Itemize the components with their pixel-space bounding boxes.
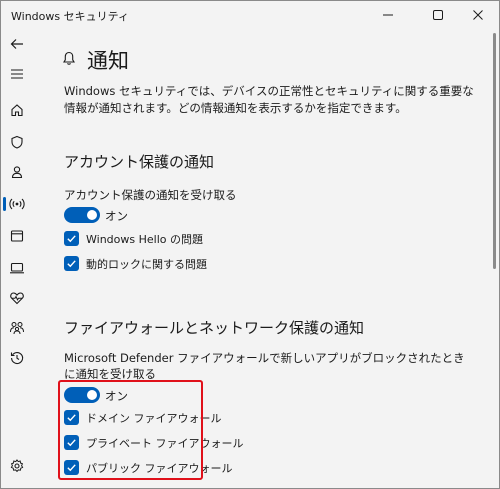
settings-icon <box>10 459 24 473</box>
sidebar-item-device-health[interactable] <box>1 285 33 311</box>
account-toggle-label: オン <box>105 209 128 223</box>
maximize-icon <box>433 10 443 20</box>
close-button[interactable] <box>457 1 499 29</box>
checkmark-icon <box>67 235 76 243</box>
active-indicator <box>3 197 6 211</box>
account-section-title: アカウント保護の通知 <box>64 153 215 171</box>
network-icon <box>9 198 25 210</box>
sidebar-item-account[interactable] <box>1 159 33 185</box>
sidebar-item-virus-protection[interactable] <box>1 129 33 155</box>
sidebar-item-protection-history[interactable] <box>1 345 33 371</box>
checkmark-icon <box>67 260 76 268</box>
toggle-knob <box>87 210 97 220</box>
menu-icon <box>11 69 23 79</box>
family-icon <box>10 322 24 335</box>
sidebar-item-settings[interactable] <box>1 453 33 479</box>
account-receive-label: アカウント保護の通知を受け取る <box>64 188 237 202</box>
back-button[interactable] <box>1 31 33 57</box>
firewall-receive-label: Microsoft Defender ファイアウォールで新しいアプリがブロックさ… <box>64 351 465 381</box>
firewall-section-title: ファイアウォールとネットワーク保護の通知 <box>64 319 365 337</box>
app-browser-icon <box>10 230 24 242</box>
heart-pulse-icon <box>10 292 24 305</box>
page-description: Windows セキュリティでは、デバイスの正常性とセキュリティに関する重要な情… <box>64 84 474 115</box>
minimize-button[interactable] <box>367 1 409 29</box>
menu-button[interactable] <box>1 61 33 87</box>
app-window: Windows セキュリティ 通知 Windows セキュリティでは、デバイスの… <box>0 0 500 489</box>
device-icon <box>10 262 24 274</box>
sidebar-item-app-browser[interactable] <box>1 223 33 249</box>
close-icon <box>473 10 483 20</box>
sidebar-item-device-security[interactable] <box>1 255 33 281</box>
checkbox[interactable] <box>64 231 79 246</box>
account-notification-toggle[interactable] <box>64 207 100 223</box>
window-title: Windows セキュリティ <box>11 10 129 23</box>
minimize-icon <box>383 14 393 16</box>
check-label: 動的ロックに関する問題 <box>86 258 207 271</box>
checkbox[interactable] <box>64 256 79 271</box>
bell-icon <box>63 51 75 65</box>
sidebar-item-family-options[interactable] <box>1 315 33 341</box>
sidebar-item-home[interactable] <box>1 97 33 123</box>
person-icon <box>11 166 23 179</box>
home-icon <box>11 104 23 117</box>
page-title: 通知 <box>87 49 129 73</box>
maximize-button[interactable] <box>417 1 459 29</box>
sidebar-item-firewall[interactable] <box>1 191 33 217</box>
sidebar <box>1 29 33 488</box>
back-arrow-icon <box>10 39 23 49</box>
check-label: Windows Hello の問題 <box>86 233 203 246</box>
highlight-box <box>58 380 203 480</box>
shield-icon <box>11 135 23 149</box>
scrollbar[interactable] <box>493 33 496 269</box>
title-bar: Windows セキュリティ <box>1 1 499 29</box>
history-icon <box>10 351 24 365</box>
